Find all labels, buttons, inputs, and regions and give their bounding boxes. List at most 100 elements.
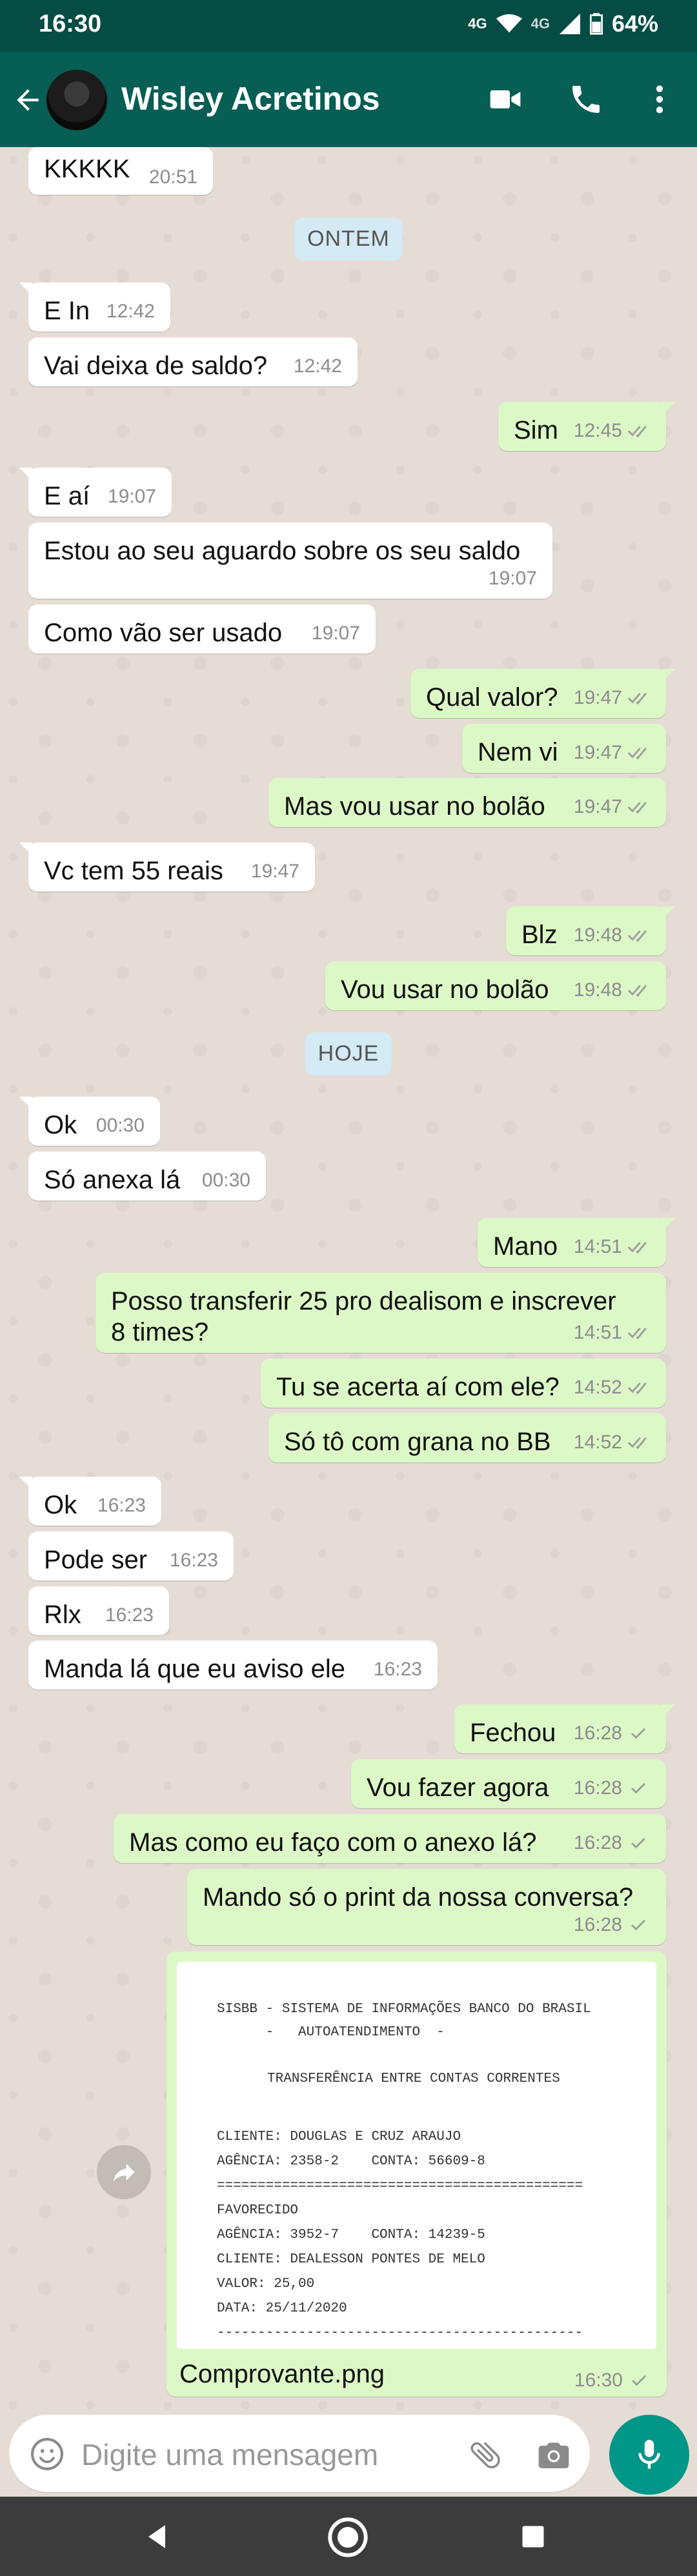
day-separator-label: HOJE [305,1032,392,1075]
message-text: Vai deixa de saldo? [44,352,268,380]
message-incoming[interactable]: Pode ser 16:23 [28,1532,234,1581]
contact-avatar[interactable] [46,70,107,130]
message-time: 19:48 [574,924,651,946]
message-time: 14:51 [574,1236,651,1258]
message-time-text: 16:28 [573,1722,622,1744]
message-incoming[interactable]: KKKKK 20:51 [28,147,213,195]
message-incoming[interactable]: Vc tem 55 reais 19:47 [19,843,315,892]
message-outgoing[interactable]: Fechou 16:28 [454,1704,675,1753]
message-incoming[interactable]: E aí 19:07 [19,468,172,517]
receipt-line: VALOR: 25,00 [217,2277,315,2291]
message-time-text: 12:45 [573,420,622,441]
message-time-text: 19:48 [573,924,622,946]
emoji-icon[interactable] [28,2435,66,2473]
message-outgoing[interactable]: Mando só o print da nossa conversa? 16:2… [187,1869,666,1945]
contact-name[interactable]: Wisley Acretinos [121,80,380,117]
image-message[interactable]: SISBB - SISTEMA DE INFORMAÇÕES BANCO DO … [167,1952,667,2397]
battery-icon [589,13,603,35]
mic-button[interactable] [609,2415,689,2495]
message-incoming[interactable]: Ok 16:23 [19,1477,161,1526]
message-outgoing[interactable]: Mas como eu faço com o anexo lá? 16:28 [114,1814,666,1863]
message-time: 12:42 [106,301,155,323]
message-time-text: 19:07 [311,623,360,644]
message-outgoing[interactable]: Nem vi 19:47 [462,724,666,773]
delivered-icon [631,1782,646,1794]
attach-icon[interactable] [467,2437,503,2473]
message-input[interactable]: Digite uma mensagem [9,2415,590,2492]
message-text: E aí [44,482,90,510]
message-incoming[interactable]: E In 12:42 [19,283,170,332]
message-text: Mano [493,1232,558,1261]
receipt-image[interactable]: SISBB - SISTEMA DE INFORMAÇÕES BANCO DO … [177,1962,656,2349]
message-time-text: 14:51 [573,1236,622,1257]
message-time-text: 16:28 [573,1832,622,1853]
message-time-text: 20:51 [148,166,197,188]
message-time-text: 16:23 [169,1550,218,1571]
video-call-icon[interactable] [487,81,523,117]
message-time: 14:52 [574,1432,651,1453]
message-text: Nem vi [478,738,558,766]
status-icons: 4G 4G 64% [468,10,658,37]
message-text: Vou fazer agora [367,1773,549,1802]
message-outgoing[interactable]: Blz 19:48 [506,906,675,955]
message-text: E In [44,297,90,325]
message-time-text: 14:52 [573,1432,622,1453]
message-outgoing[interactable]: Tu se acerta aí com ele? 14:52 [261,1359,666,1408]
more-options-icon[interactable] [641,81,678,117]
message-time: 00:30 [96,1115,145,1137]
nav-back-icon[interactable] [142,2521,173,2552]
camera-icon[interactable] [536,2437,572,2473]
read-receipt-icon [627,1382,647,1395]
message-text: Tu se acerta aí com ele? [276,1373,560,1401]
message-outgoing[interactable]: Mas vou usar no bolão 19:47 [268,778,666,827]
message-text: Ok [44,1111,77,1139]
back-arrow-icon[interactable] [12,84,44,116]
message-outgoing[interactable]: Vou usar no bolão 19:48 [325,961,666,1010]
message-time: 16:28 [574,1914,651,1936]
message-text: Só anexa lá [44,1166,181,1194]
message-incoming[interactable]: Como vão ser usado 19:07 [28,604,376,654]
receipt-line: - AUTOATENDIMENTO - [217,2025,445,2040]
message-time-text: 16:28 [573,1914,622,1935]
message-outgoing[interactable]: Sim 12:45 [498,402,675,451]
message-outgoing[interactable]: Só tô com grana no BB 14:52 [268,1413,666,1463]
message-incoming[interactable]: Manda lá que eu aviso ele 16:23 [28,1641,438,1690]
message-incoming[interactable]: Ok 00:30 [19,1097,160,1146]
message-text: Manda lá que eu aviso ele [44,1655,345,1683]
message-time: 19:07 [489,568,537,590]
message-time-text: 12:42 [106,301,155,322]
read-receipt-icon [627,1437,647,1450]
receipt-line: ----------------------------------------… [217,2326,583,2341]
read-receipt-icon [627,801,647,814]
receipt-line: SISBB - SISTEMA DE INFORMAÇÕES BANCO DO … [217,2002,591,2017]
forward-button[interactable] [97,2145,151,2199]
delivered-icon [631,1837,646,1849]
message-outgoing[interactable]: Qual valor? 19:47 [410,669,675,718]
nav-home-icon[interactable] [325,2515,370,2560]
message-incoming[interactable]: Vai deixa de saldo? 12:42 [28,337,358,386]
voice-call-icon[interactable] [568,81,604,117]
nav-recents-icon[interactable] [519,2522,547,2551]
message-time: 16:28 [574,1722,651,1744]
message-outgoing[interactable]: Mano 14:51 [478,1218,675,1267]
delivered-icon [631,1919,646,1931]
message-outgoing[interactable]: Posso transferir 25 pro dealisom e inscr… [96,1273,666,1353]
message-incoming[interactable]: Só anexa lá 00:30 [28,1152,266,1201]
message-outgoing[interactable]: Vou fazer agora 16:28 [351,1759,666,1808]
message-text: Fechou [470,1719,556,1747]
message-text: Blz [521,921,558,949]
message-time: 20:51 [149,166,197,188]
message-incoming[interactable]: Rlx 16:23 [28,1586,169,1635]
message-time: 19:47 [574,687,651,709]
read-receipt-icon [627,930,647,943]
forward-icon [113,2164,135,2182]
message-time-text: 00:30 [201,1170,250,1191]
message-incoming[interactable]: Estou ao seu aguardo sobre os seu saldo … [28,523,552,599]
message-time: 16:28 [574,1777,651,1799]
message-input-placeholder: Digite uma mensagem [81,2438,379,2471]
message-text: Sim [514,416,558,444]
message-time: 19:47 [251,861,299,883]
message-text: Como vão ser usado [44,619,283,647]
message-text: Vou usar no bolão [341,975,549,1004]
message-time: 19:47 [574,742,651,764]
